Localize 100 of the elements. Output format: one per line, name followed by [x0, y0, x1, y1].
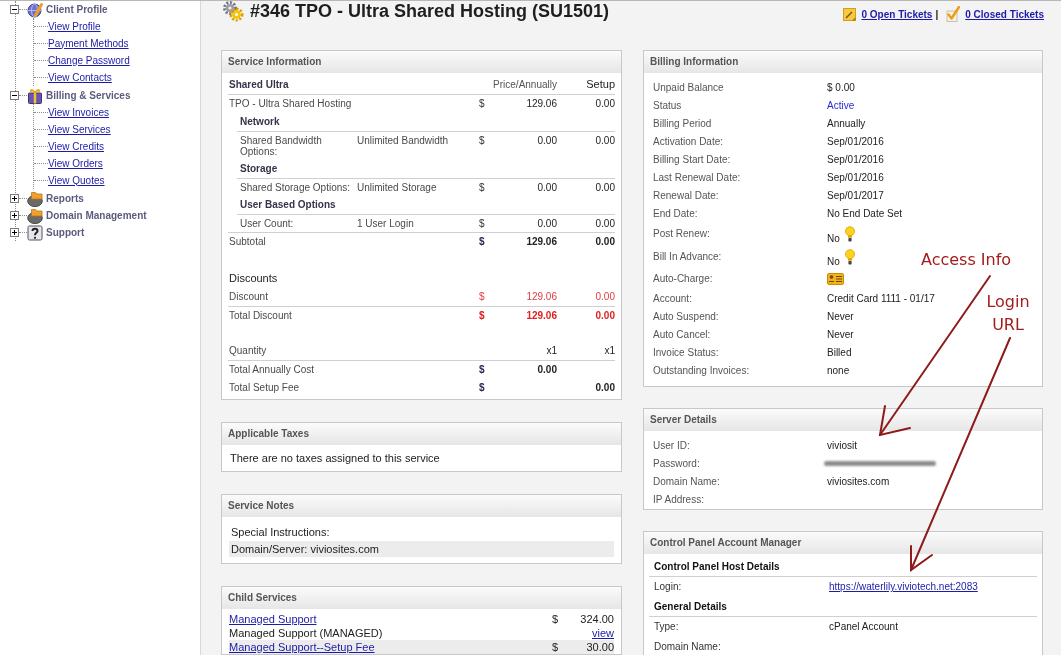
sidebar-link[interactable]: Payment Methods	[48, 37, 129, 50]
setup-cell-text: 0.00	[594, 382, 615, 393]
field-value: No End Date Set	[827, 206, 903, 221]
field-value: cPanel Account	[829, 621, 898, 633]
sidebar-link[interactable]: View Quotes	[48, 174, 105, 187]
setup-cell-text: 0.00	[594, 291, 615, 303]
setup-cell-text: 0.00	[594, 310, 615, 322]
field-label: End Date:	[653, 206, 699, 221]
tree-item[interactable]: Domain Management	[46, 209, 147, 222]
tree-item[interactable]: Reports	[46, 192, 84, 205]
currency-symbol: $	[479, 182, 486, 193]
price-cell-text: 129.06	[525, 291, 557, 303]
price-cell-text: 0.00	[536, 135, 557, 146]
field-label: Auto-Charge:	[653, 272, 714, 286]
setup-cell-text: 0.00	[594, 218, 615, 229]
currency-symbol: $	[479, 364, 486, 376]
setup-cell-text: x1	[603, 345, 615, 357]
field-value: none	[827, 363, 850, 378]
sidebar-link[interactable]: View Contacts	[48, 71, 112, 84]
annotation-label: Login URL	[985, 291, 1031, 336]
currency-symbol: $	[479, 218, 486, 229]
field-value: Billed	[827, 345, 852, 360]
note-text: Domain/Server: viviosites.com	[229, 541, 614, 557]
price-cell-text: 129.06	[525, 98, 557, 110]
field-label: Bill In Advance:	[653, 250, 723, 264]
price-cell-text: 324.00	[579, 612, 614, 626]
setup-cell-text: 0.00	[594, 182, 615, 193]
card-icon	[827, 272, 844, 285]
panel-title: Server Details	[644, 409, 1042, 431]
sidebar-link[interactable]: View Orders	[48, 157, 103, 170]
price-cell-text: 129.06	[525, 310, 557, 322]
panel-title: Service Information	[222, 51, 621, 73]
field-label: Auto Suspend:	[653, 309, 720, 324]
panel-title: Applicable Taxes	[222, 423, 621, 445]
field-label: Auto Cancel:	[653, 327, 712, 342]
price-cell-text: 0.00	[536, 182, 557, 193]
field-label: Billing Period	[653, 116, 713, 131]
field-value: Credit Card 1111 - 01/17	[827, 291, 935, 306]
gears-icon	[222, 1, 244, 22]
field-label: Domain Name:	[654, 641, 722, 653]
folder-disk-icon	[27, 190, 43, 207]
tree-item[interactable]: Support	[46, 226, 85, 239]
field-label: Domain Name:	[653, 474, 721, 489]
tickets-link[interactable]: 0 Open Tickets	[861, 6, 933, 22]
service-link[interactable]: Managed Support--Setup Fee	[229, 640, 375, 654]
field-label: Account:	[653, 291, 693, 306]
field-value: Sep/01/2016	[827, 152, 884, 167]
currency-symbol: $	[479, 135, 486, 146]
collapse-icon[interactable]	[10, 91, 19, 100]
price-cell-text: 0.00	[536, 218, 557, 229]
field-value: Sep/01/2016	[827, 170, 884, 185]
row-label: Total Discount	[228, 310, 293, 322]
tree-item[interactable]: Billing & Services	[46, 89, 131, 102]
field-label: Post Renew:	[653, 227, 711, 241]
setup-cell-text: 0.00	[594, 135, 615, 146]
price-cell-text: 129.06	[525, 236, 557, 248]
option-value: Unlimited Storage	[357, 182, 438, 193]
separator: |	[935, 7, 939, 22]
login-link[interactable]: https://waterlily.viviotech.net:2083	[829, 581, 978, 593]
sidebar-link[interactable]: View Profile	[48, 20, 101, 33]
currency-symbol: $	[552, 640, 560, 654]
expand-icon[interactable]	[10, 211, 19, 220]
column-header: Setup	[585, 78, 615, 91]
field-label: IP Address:	[653, 492, 705, 507]
option-label: Shared Bandwidth Options:	[240, 135, 323, 157]
column-header: Price/Annually	[492, 78, 557, 91]
message-text: There are no taxes assigned to this service	[230, 450, 440, 466]
folder-disk-icon	[27, 207, 43, 224]
field-value: Sep/01/2017	[827, 188, 884, 203]
section-heading: User Based Options	[240, 199, 336, 211]
field-value: Sep/01/2016	[827, 134, 884, 149]
expand-icon[interactable]	[10, 194, 19, 203]
option-label: Shared Storage Options:	[240, 182, 352, 193]
currency-symbol: $	[479, 98, 486, 110]
expand-icon[interactable]	[10, 228, 19, 237]
sidebar-link[interactable]: View Invoices	[48, 106, 109, 119]
section-heading: Control Panel Host Details	[654, 560, 780, 574]
field-value: Never	[827, 309, 854, 324]
collapse-icon[interactable]	[10, 5, 19, 14]
tickets-link[interactable]: 0 Closed Tickets	[965, 6, 1044, 22]
option-value: 1 User Login	[357, 218, 415, 229]
field-value: Annually	[827, 116, 866, 131]
field-label: Login:	[654, 581, 683, 593]
status-text: Active	[827, 98, 855, 113]
field-label: Password:	[653, 456, 701, 471]
currency-symbol: $	[479, 236, 486, 248]
service-link[interactable]: Managed Support	[229, 612, 317, 626]
view-link[interactable]: view	[592, 626, 614, 640]
tree-item[interactable]: Client Profile	[46, 3, 108, 16]
field-value: $ 0.00	[827, 80, 855, 95]
service-description: Managed Support (MANAGED)	[229, 626, 383, 640]
section-heading: General Details	[654, 600, 727, 614]
sidebar-link[interactable]: View Services	[48, 123, 111, 136]
row-label: TPO - Ultra Shared Hosting	[228, 98, 353, 110]
field-value: viviosites.com	[827, 474, 890, 489]
field-label: Type:	[654, 621, 680, 633]
sidebar-link[interactable]: View Credits	[48, 140, 104, 153]
section-heading: Storage	[240, 163, 278, 175]
lightbulb-icon	[844, 225, 855, 242]
sidebar-link[interactable]: Change Password	[48, 54, 130, 67]
